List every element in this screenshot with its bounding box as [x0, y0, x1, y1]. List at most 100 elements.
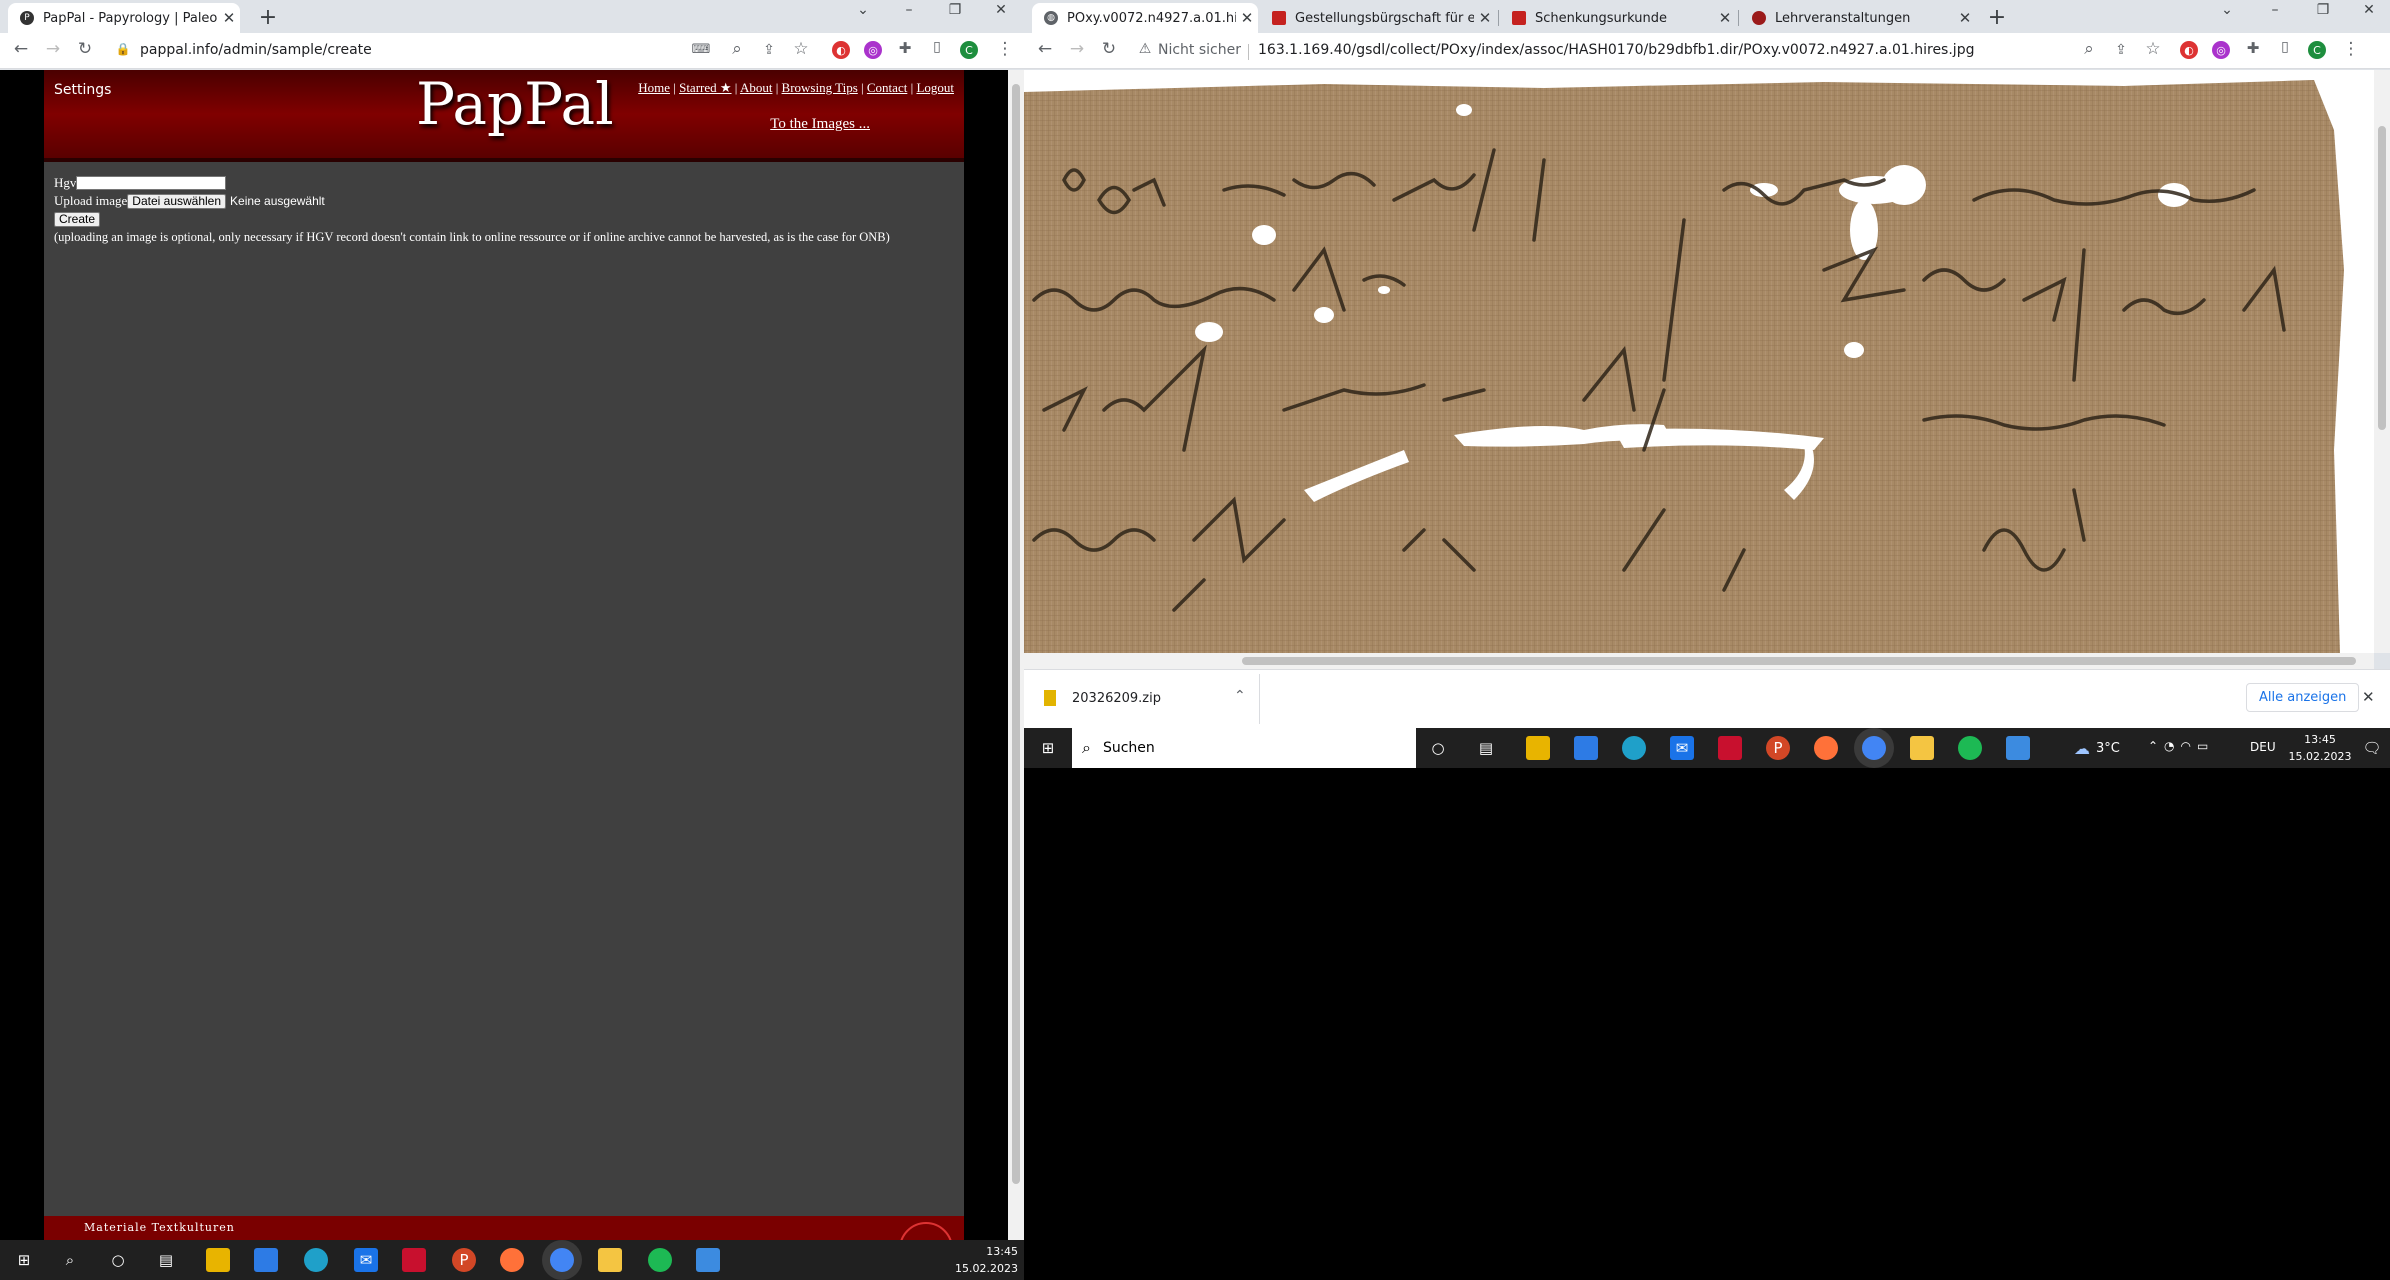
- extension-icon[interactable]: ◎: [2212, 41, 2230, 59]
- notifications-icon[interactable]: 🗨: [2360, 736, 2384, 760]
- mail-icon[interactable]: ✉: [1670, 736, 1694, 760]
- bookmark-star-icon[interactable]: ☆: [2142, 39, 2164, 59]
- create-button[interactable]: Create: [54, 211, 101, 227]
- tab-gestellung[interactable]: Gestellungsbürgschaft für eine N ✕: [1260, 3, 1496, 33]
- nav-starred[interactable]: Starred ★: [679, 80, 731, 95]
- nav-contact[interactable]: Contact: [867, 80, 907, 95]
- show-all-downloads-button[interactable]: Alle anzeigen: [2246, 683, 2360, 712]
- close-window-icon[interactable]: ✕: [2354, 2, 2384, 18]
- tab-schenkung[interactable]: Schenkungsurkunde ✕: [1500, 3, 1736, 33]
- system-tray-icons[interactable]: ⌃◔◠▭: [2148, 739, 2214, 753]
- restore-icon[interactable]: ❐: [940, 2, 970, 18]
- close-tab-icon[interactable]: ✕: [1954, 9, 1976, 27]
- zoom-icon[interactable]: ⌕: [2078, 39, 2100, 59]
- nav-about[interactable]: About: [740, 80, 773, 95]
- reload-icon[interactable]: ↻: [74, 39, 96, 59]
- new-tab-button[interactable]: +: [1984, 5, 2010, 30]
- firefox-icon[interactable]: [1814, 736, 1838, 760]
- powerpoint-icon[interactable]: P: [452, 1248, 476, 1272]
- store-icon[interactable]: [1574, 736, 1598, 760]
- share-icon[interactable]: ⇪: [758, 42, 780, 58]
- edge-icon[interactable]: [1622, 736, 1646, 760]
- security-label[interactable]: Nicht sicher: [1158, 42, 1241, 58]
- task-view-icon[interactable]: ▤: [154, 1248, 178, 1272]
- hgv-input[interactable]: [76, 176, 227, 190]
- start-icon[interactable]: ⊞: [1036, 736, 1060, 760]
- extension-icon[interactable]: ◐: [832, 41, 850, 59]
- address-bar[interactable]: pappal.info/admin/sample/create: [140, 42, 372, 58]
- restore-icon[interactable]: ❐: [2308, 2, 2338, 18]
- close-tab-icon[interactable]: ✕: [1714, 9, 1736, 27]
- firefox-icon[interactable]: [500, 1248, 524, 1272]
- minimize-icon[interactable]: –: [2260, 2, 2290, 18]
- zoom-icon[interactable]: ⌕: [726, 39, 748, 59]
- file-explorer-icon[interactable]: [1526, 736, 1550, 760]
- new-tab-button[interactable]: +: [255, 5, 281, 30]
- edge-icon[interactable]: [304, 1248, 328, 1272]
- weather-widget[interactable]: ☁ 3°C: [2074, 739, 2120, 758]
- share-icon[interactable]: ⇪: [2110, 42, 2132, 58]
- cortana-icon[interactable]: ○: [1426, 736, 1450, 760]
- taskbar-clock[interactable]: 13:45 15.02.2023: [950, 1243, 1018, 1277]
- vertical-scrollbar[interactable]: [2374, 70, 2390, 653]
- reload-icon[interactable]: ↻: [1098, 39, 1120, 59]
- extensions-puzzle-icon[interactable]: ✚: [894, 39, 916, 57]
- menu-icon[interactable]: ⋮: [2340, 39, 2362, 59]
- scroll-thumb[interactable]: [1242, 657, 2356, 665]
- chrome-icon[interactable]: [550, 1248, 574, 1272]
- chevron-up-icon[interactable]: ⌃: [1234, 688, 1246, 704]
- profile-avatar[interactable]: C: [2308, 41, 2326, 59]
- photos-icon[interactable]: [696, 1248, 720, 1272]
- papyrus-image[interactable]: [1024, 70, 2374, 653]
- tab-poxy-image[interactable]: ◍ POxy.v0072.n4927.a.01.hires.jpg ✕: [1032, 3, 1258, 33]
- file-explorer-icon[interactable]: [206, 1248, 230, 1272]
- task-view-icon[interactable]: ▤: [1474, 736, 1498, 760]
- start-icon[interactable]: ⊞: [12, 1248, 36, 1272]
- mail-icon[interactable]: ✉: [354, 1248, 378, 1272]
- settings-link[interactable]: Settings: [54, 82, 111, 98]
- back-icon[interactable]: ←: [1034, 39, 1056, 59]
- forward-icon[interactable]: →: [42, 39, 64, 59]
- acrobat-icon[interactable]: [402, 1248, 426, 1272]
- warning-icon[interactable]: ⚠: [1134, 41, 1156, 57]
- notes-icon[interactable]: [598, 1248, 622, 1272]
- extensions-puzzle-icon[interactable]: ✚: [2242, 39, 2264, 57]
- lock-icon[interactable]: 🔒: [112, 42, 134, 56]
- vertical-scrollbar[interactable]: [1008, 70, 1024, 1240]
- scroll-thumb[interactable]: [1012, 84, 1020, 1184]
- nav-browsing-tips[interactable]: Browsing Tips: [782, 80, 858, 95]
- forward-icon[interactable]: →: [1066, 39, 1088, 59]
- notes-icon[interactable]: [1910, 736, 1934, 760]
- horizontal-scrollbar[interactable]: [1024, 653, 2374, 669]
- to-images-link[interactable]: To the Images ...: [770, 116, 870, 133]
- nav-home[interactable]: Home: [638, 80, 670, 95]
- close-download-bar-icon[interactable]: ✕: [2362, 688, 2375, 706]
- search-icon[interactable]: ⌕: [58, 1248, 82, 1272]
- minimize-icon[interactable]: –: [894, 2, 924, 18]
- translate-icon[interactable]: ⌨: [690, 42, 712, 57]
- bookmark-star-icon[interactable]: ☆: [790, 39, 812, 59]
- side-panel-icon[interactable]: ▯: [2274, 39, 2296, 55]
- tab-search-chevron-icon[interactable]: ⌄: [2212, 2, 2242, 18]
- choose-file-button[interactable]: Datei auswählen: [127, 193, 227, 209]
- language-indicator[interactable]: DEU: [2250, 740, 2276, 754]
- tab-pappal[interactable]: P PapPal - Papyrology | Paleograph ✕: [8, 3, 240, 33]
- close-tab-icon[interactable]: ✕: [1474, 9, 1496, 27]
- profile-avatar[interactable]: C: [960, 41, 978, 59]
- taskbar-clock[interactable]: 13:45 15.02.2023: [2284, 731, 2356, 765]
- spotify-icon[interactable]: [1958, 736, 1982, 760]
- site-logo[interactable]: PapPal: [416, 70, 614, 138]
- scroll-thumb[interactable]: [2378, 126, 2386, 430]
- tab-search-chevron-icon[interactable]: ⌄: [848, 2, 878, 18]
- chrome-icon[interactable]: [1862, 736, 1886, 760]
- store-icon[interactable]: [254, 1248, 278, 1272]
- close-window-icon[interactable]: ✕: [986, 2, 1016, 18]
- close-tab-icon[interactable]: ✕: [1236, 9, 1258, 27]
- extension-icon[interactable]: ◐: [2180, 41, 2198, 59]
- extension-icon[interactable]: ◎: [864, 41, 882, 59]
- side-panel-icon[interactable]: ▯: [926, 39, 948, 55]
- cortana-icon[interactable]: ○: [106, 1248, 130, 1272]
- close-tab-icon[interactable]: ✕: [218, 9, 240, 27]
- menu-icon[interactable]: ⋮: [994, 39, 1016, 59]
- acrobat-icon[interactable]: [1718, 736, 1742, 760]
